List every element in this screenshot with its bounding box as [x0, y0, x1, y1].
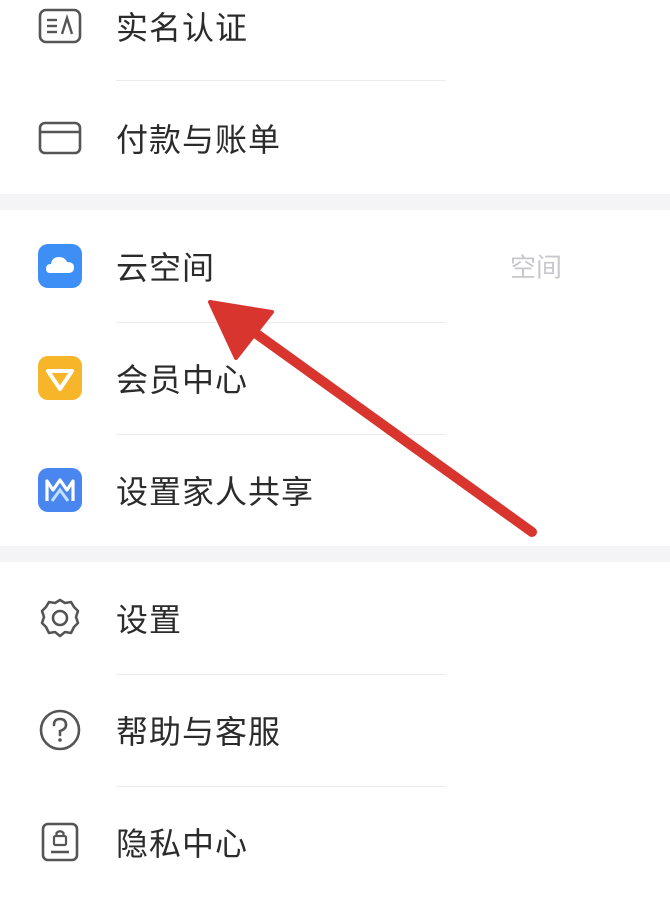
family-share-icon	[38, 468, 82, 512]
menu-item-label: 云空间	[116, 249, 216, 287]
menu-item-label: 设置	[116, 601, 183, 639]
cloud-space-value: 空间	[510, 253, 563, 284]
menu-item-cloud-space[interactable]: 云空间 空间	[0, 210, 670, 322]
menu-item-privacy[interactable]: 隐私中心	[0, 786, 670, 898]
menu-item-label: 会员中心	[116, 361, 249, 399]
menu-item-label: 隐私中心	[116, 825, 249, 863]
help-icon	[38, 708, 82, 752]
member-icon	[38, 356, 82, 400]
privacy-icon	[38, 820, 82, 864]
menu-item-label: 帮助与客服	[116, 713, 282, 751]
menu-item-family-share[interactable]: 设置家人共享	[0, 434, 670, 546]
id-card-icon	[38, 4, 82, 48]
divider	[116, 80, 446, 81]
menu-item-label: 实名认证	[116, 9, 249, 47]
menu-item-payment[interactable]: 付款与账单	[0, 82, 670, 194]
menu-item-help[interactable]: 帮助与客服	[0, 674, 670, 786]
menu-item-member-center[interactable]: 会员中心	[0, 322, 670, 434]
menu-item-label: 设置家人共享	[116, 473, 315, 511]
cloud-icon	[38, 244, 82, 288]
account-group: 实名认证 付款与账单	[0, 0, 670, 194]
card-icon	[38, 116, 82, 160]
gear-icon	[38, 596, 82, 640]
menu-item-label: 付款与账单	[116, 121, 282, 159]
menu-item-real-name[interactable]: 实名认证	[0, 0, 670, 82]
account-settings-screen: 实名认证 付款与账单 云空间 空间 会员中心 设置家人共享 设置 帮助与客服 隐…	[0, 0, 670, 910]
services-group: 云空间 空间 会员中心 设置家人共享	[0, 210, 670, 546]
menu-item-settings[interactable]: 设置	[0, 562, 670, 674]
support-group: 设置 帮助与客服 隐私中心	[0, 562, 670, 910]
